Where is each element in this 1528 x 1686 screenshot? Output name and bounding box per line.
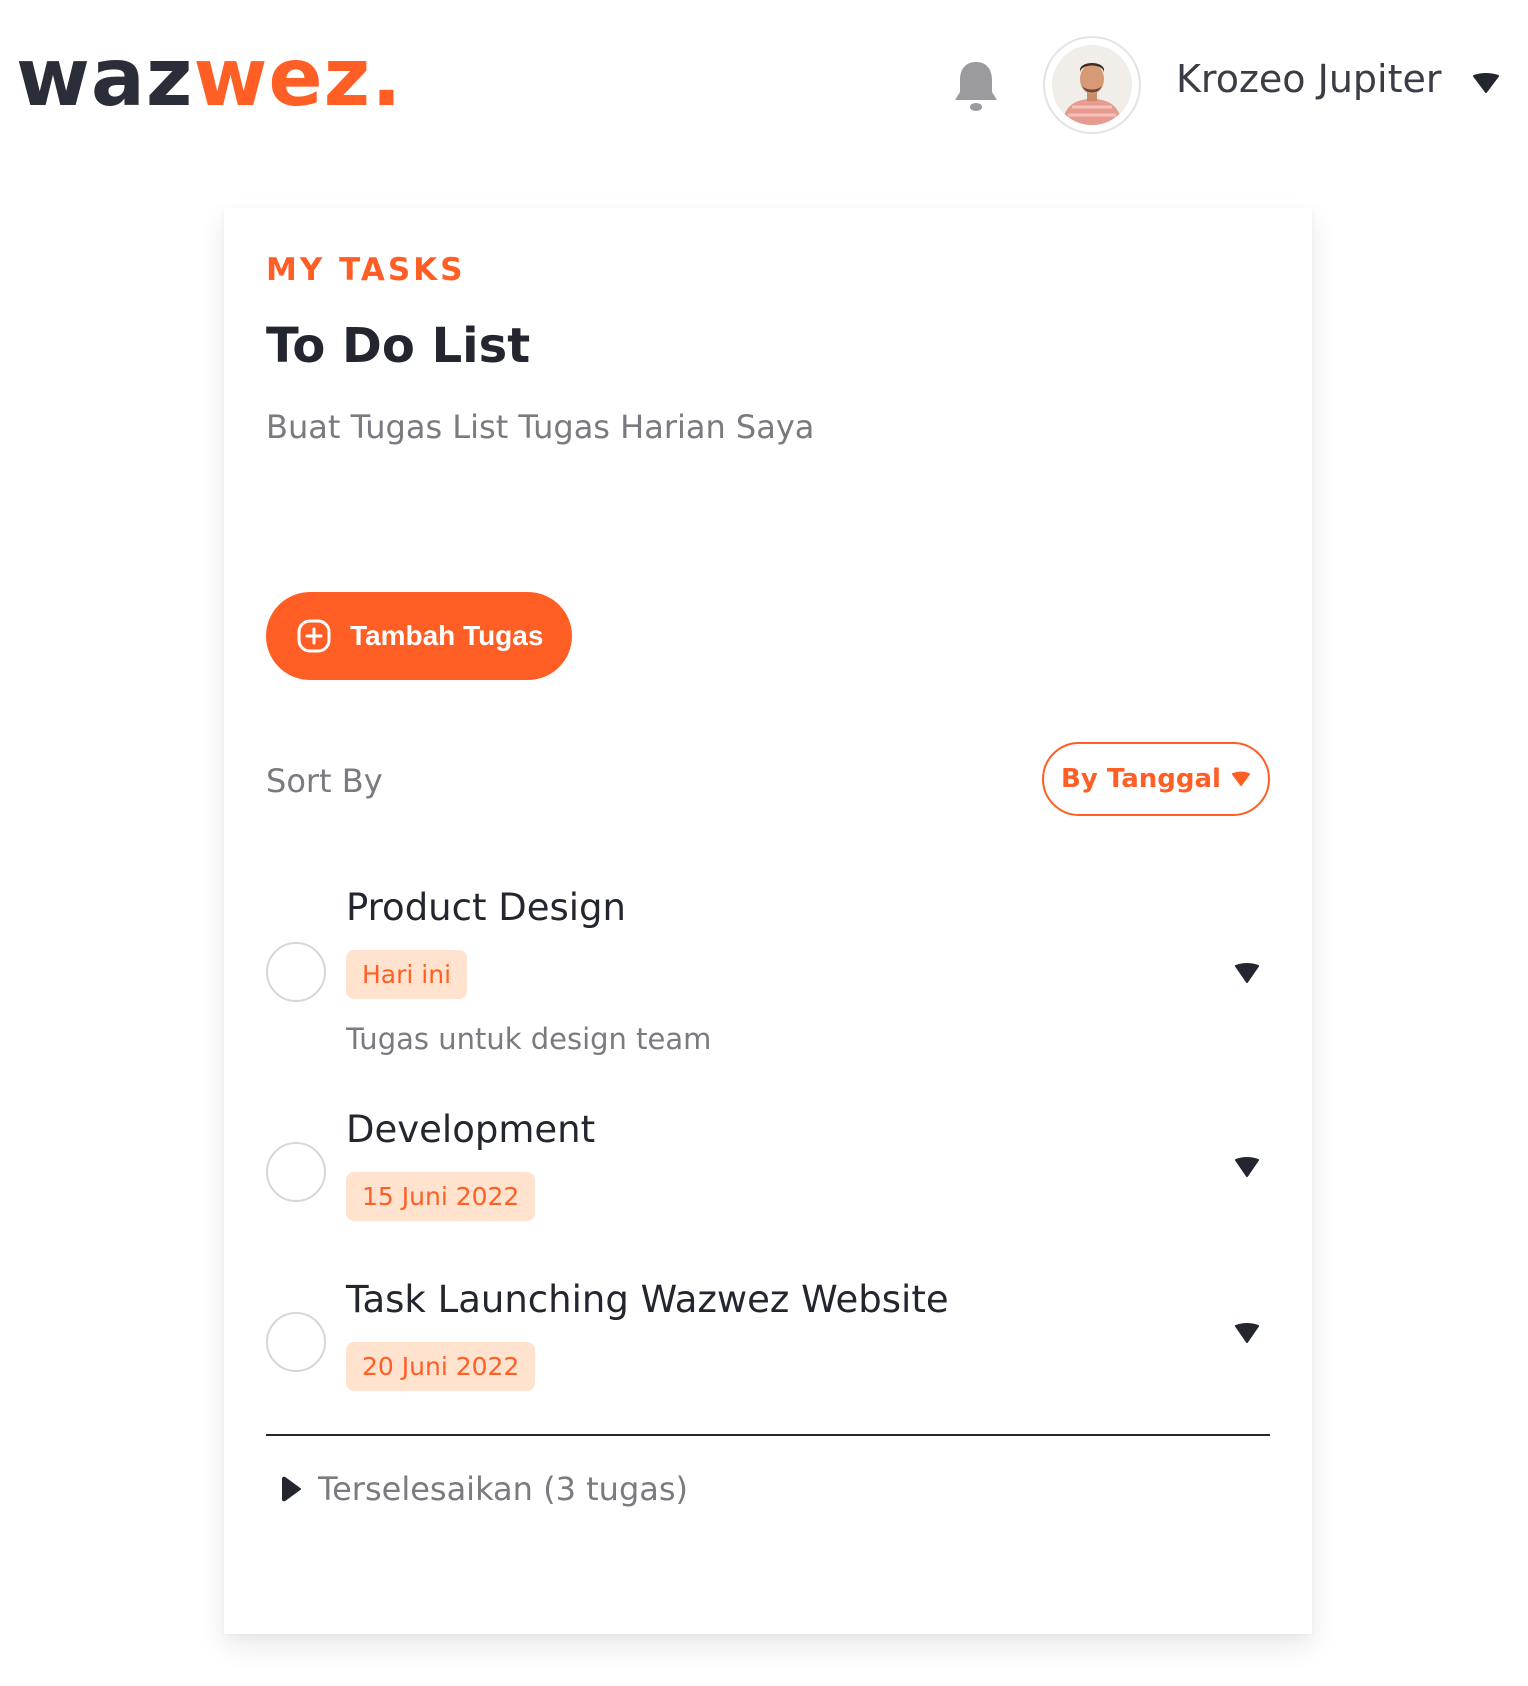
user-name[interactable]: Krozeo Jupiter: [1176, 60, 1441, 98]
chevron-down-icon[interactable]: [1234, 962, 1260, 984]
task-title[interactable]: Task Launching Wazwez Website: [346, 1278, 949, 1321]
bell-icon[interactable]: [952, 58, 1000, 114]
task-item: Task Launching Wazwez Website 20 Juni 20…: [266, 1278, 1270, 1398]
wazwez-logo[interactable]: wazwez.: [16, 38, 403, 118]
add-task-button[interactable]: Tambah Tugas: [266, 592, 572, 680]
task-checkbox[interactable]: [266, 1312, 326, 1372]
logo-text-accent: wez: [193, 31, 372, 124]
app-page: wazwez. Krozeo Jupiter MY TASKS To Do Li…: [0, 0, 1528, 1686]
task-checkbox[interactable]: [266, 1142, 326, 1202]
caret-down-icon: [1231, 771, 1250, 786]
chevron-down-icon[interactable]: [1234, 1156, 1260, 1178]
completed-tasks-toggle[interactable]: Terselesaikan (3 tugas): [280, 1470, 688, 1508]
task-item: Product Design Hari ini Tugas untuk desi…: [266, 886, 1270, 1076]
avatar[interactable]: [1043, 36, 1141, 134]
page-subtitle: Buat Tugas List Tugas Harian Saya: [266, 408, 815, 446]
sort-label: Sort By: [266, 762, 383, 800]
avatar-photo: [1052, 45, 1132, 125]
task-due-tag: Hari ini: [346, 950, 468, 999]
sort-value: By Tanggal: [1061, 764, 1221, 794]
task-checkbox[interactable]: [266, 942, 326, 1002]
task-description: Tugas untuk design team: [346, 1022, 712, 1056]
logo-dot: .: [371, 31, 403, 124]
divider: [266, 1434, 1270, 1436]
chevron-down-icon[interactable]: [1234, 1322, 1260, 1344]
task-title[interactable]: Product Design: [346, 886, 626, 929]
task-item: Development 15 Juni 2022: [266, 1108, 1270, 1228]
task-due-tag: 20 Juni 2022: [346, 1342, 536, 1391]
completed-label: Terselesaikan (3 tugas): [318, 1470, 689, 1508]
sort-dropdown[interactable]: By Tanggal: [1042, 742, 1270, 816]
logo-text-dark: waz: [16, 31, 194, 124]
plus-circle-icon: [297, 619, 331, 653]
play-icon: [282, 1476, 301, 1502]
page-title: To Do List: [266, 318, 531, 374]
caret-down-icon[interactable]: [1472, 72, 1500, 94]
section-eyebrow: MY TASKS: [266, 252, 466, 288]
task-due-tag: 15 Juni 2022: [346, 1172, 536, 1221]
add-task-label: Tambah Tugas: [350, 620, 544, 651]
todo-card: MY TASKS To Do List Buat Tugas List Tuga…: [224, 208, 1312, 1634]
task-title[interactable]: Development: [346, 1108, 595, 1151]
